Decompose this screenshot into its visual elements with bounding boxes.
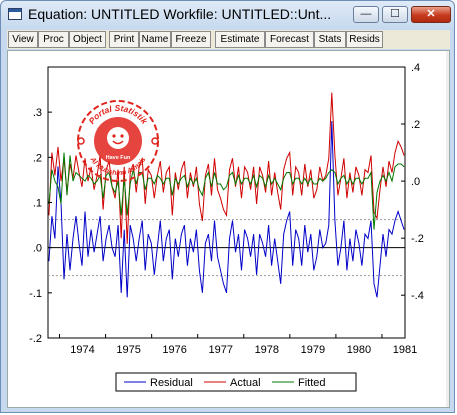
fitted-legend-label: Fitted [298, 377, 326, 389]
equation-window: Equation: UNTITLED Workfile: UNTITLED::U… [0, 0, 455, 413]
x-axis-tick-label: 1975 [116, 344, 140, 356]
freeze-button[interactable]: Freeze [171, 31, 211, 48]
left-axis-tick-label: .1 [33, 198, 42, 210]
x-axis-tick-label: 1980 [347, 344, 371, 356]
vertical-scrollbar[interactable] [446, 51, 449, 407]
right-axis-tick-label: .4 [411, 62, 420, 74]
x-axis-tick-label: 1981 [393, 344, 417, 356]
estimate-button[interactable]: Estimate [215, 31, 265, 48]
window-app-icon [8, 8, 22, 20]
left-axis-tick-label: .2 [33, 152, 42, 164]
left-axis-tick-label: .3 [33, 107, 42, 119]
right-axis-tick-label: -.2 [411, 233, 424, 245]
residual-actual-fitted-chart: -.2 -.1 .0 .1 .2 .3 -.4 -.2 .0 .2 .4 1974 1975 1976 19… [29, 62, 424, 392]
equation-toolbar: View Proc Object Print Name Freeze Estim… [7, 30, 450, 49]
left-axis-tick-label: .0 [33, 243, 42, 255]
right-axis-tick-label: .0 [411, 176, 420, 188]
right-axis-tick-label: .2 [411, 119, 420, 131]
actual-legend-label: Actual [230, 377, 261, 389]
left-axis-tick-label: -.1 [29, 288, 42, 300]
proc-button[interactable]: Proc [38, 31, 69, 48]
x-axis-tick-label: 1974 [70, 344, 94, 356]
print-button[interactable]: Print [109, 31, 139, 48]
x-axis-tick-label: 1979 [301, 344, 325, 356]
resids-button[interactable]: Resids [346, 31, 383, 48]
residual-legend-label: Residual [150, 377, 193, 389]
forecast-button[interactable]: Forecast [265, 31, 314, 48]
maximize-button[interactable]: ☐ [382, 6, 408, 23]
right-axis-tick-label: -.4 [411, 290, 424, 302]
graph-view: -.2 -.1 .0 .1 .2 .3 -.4 -.2 .0 .2 .4 1974 1975 1976 19… [7, 50, 450, 408]
x-axis-tick-label: 1978 [255, 344, 279, 356]
stats-button[interactable]: Stats [314, 31, 346, 48]
title-bar[interactable]: Equation: UNTITLED Workfile: UNTITLED::U… [1, 1, 454, 29]
window-title: Equation: UNTITLED Workfile: UNTITLED::U… [28, 6, 332, 22]
x-axis-tick-label: 1977 [208, 344, 232, 356]
portal-statistik-stamp: Portal Statistik Al Muhshinn Almais Have… [76, 99, 160, 183]
left-axis-tick-label: -.2 [29, 333, 42, 345]
minimize-button[interactable]: — [353, 6, 379, 23]
stamp-center-text: Have Fun [106, 155, 131, 161]
view-button[interactable]: View [8, 31, 38, 48]
name-button[interactable]: Name [139, 31, 171, 48]
close-button[interactable]: ✕ [411, 6, 451, 23]
object-button[interactable]: Object [69, 31, 106, 48]
x-axis-tick-label: 1976 [162, 344, 186, 356]
chart-legend: Residual Actual Fitted [115, 372, 357, 392]
stamp-logo: Portal Statistik Al Muhshinn Almais Have… [77, 100, 159, 182]
